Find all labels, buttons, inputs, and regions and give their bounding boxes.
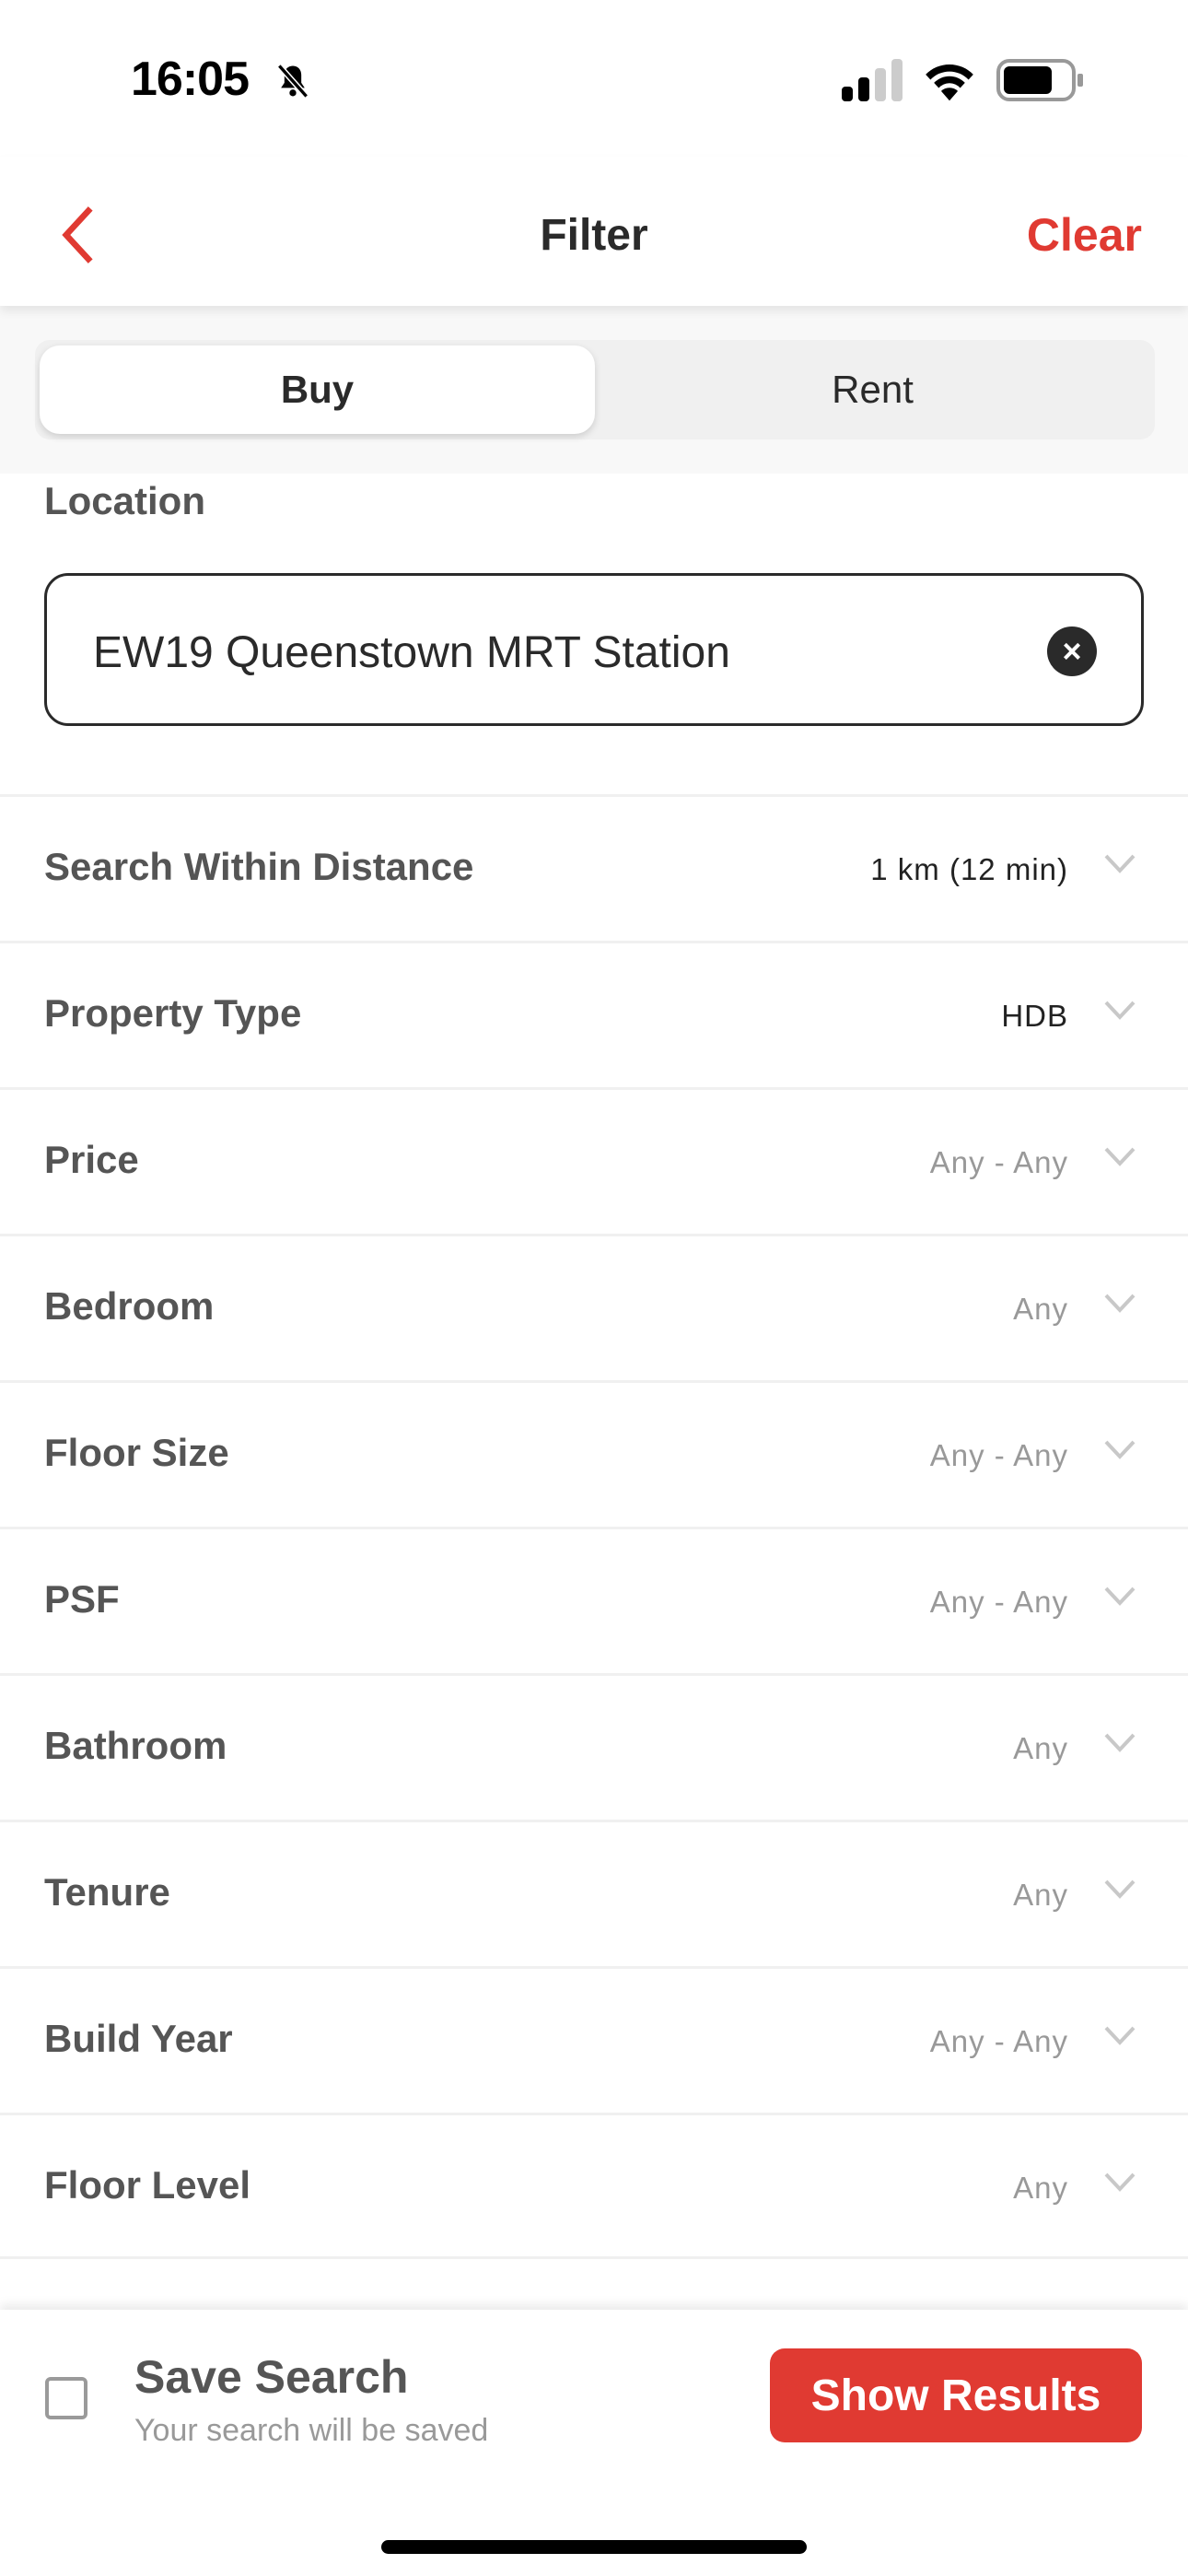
filter-label: Search Within Distance [44, 845, 474, 888]
chevron-down-icon[interactable] [1102, 1583, 1137, 1610]
home-indicator[interactable] [381, 2540, 807, 2554]
filter-row-search-within-distance[interactable]: Search Within Distance 1 km (12 min) [0, 794, 1188, 941]
chevron-down-icon[interactable] [1102, 1876, 1137, 1903]
signal-icon [842, 59, 903, 101]
status-time: 16:05 [131, 53, 250, 106]
status-bar: 16:05 [0, 0, 1188, 157]
filter-value: Any [1013, 1731, 1068, 1765]
filter-label: Bathroom [44, 1724, 227, 1767]
listing-type-segment-area: Buy Rent [0, 306, 1188, 474]
filter-value: Any [1013, 2171, 1068, 2205]
filter-row-property-type[interactable]: Property Type HDB [0, 941, 1188, 1087]
chevron-down-icon[interactable] [1102, 997, 1137, 1025]
clear-circle-icon[interactable]: × [1047, 626, 1097, 676]
filter-row-bathroom[interactable]: Bathroom Any [0, 1673, 1188, 1820]
filter-label: PSF [44, 1577, 120, 1621]
filter-label: Floor Level [44, 2163, 251, 2207]
bell-slash-icon [276, 64, 309, 99]
chevron-down-icon[interactable] [1102, 1143, 1137, 1171]
filter-label: Floor Size [44, 1431, 229, 1474]
chevron-down-icon[interactable] [1102, 2022, 1137, 2050]
tab-buy[interactable]: Buy [40, 345, 595, 434]
filter-value: Any - Any [929, 1145, 1068, 1179]
location-input-value[interactable]: EW19 Queenstown MRT Station [93, 627, 730, 678]
save-search-checkbox[interactable] [45, 2377, 87, 2419]
listing-type-segmented-control: Buy Rent [35, 340, 1155, 439]
footer-bar: Save Search Your search will be saved Sh… [0, 2310, 1188, 2576]
chevron-down-icon[interactable] [1102, 1436, 1137, 1464]
filter-value: Any [1013, 1292, 1068, 1326]
filter-value: Any - Any [929, 1585, 1068, 1619]
filter-row-bedroom[interactable]: Bedroom Any [0, 1234, 1188, 1380]
filter-row-floor-level[interactable]: Floor Level Any [0, 2113, 1188, 2259]
filter-value: HDB [1001, 999, 1068, 1033]
page-title: Filter [540, 211, 648, 260]
filter-row-psf[interactable]: PSF Any - Any [0, 1527, 1188, 1673]
chevron-down-icon[interactable] [1102, 1729, 1137, 1757]
filter-label: Price [44, 1138, 139, 1181]
filter-value: Any - Any [929, 1438, 1068, 1472]
chevron-down-icon[interactable] [1102, 2169, 1137, 2196]
save-search-label[interactable]: Save Search [134, 2350, 408, 2404]
filter-value: Any [1013, 1878, 1068, 1912]
chevron-down-icon[interactable] [1102, 1290, 1137, 1317]
filter-label: Property Type [44, 991, 302, 1035]
filter-row-build-year[interactable]: Build Year Any - Any [0, 1966, 1188, 2113]
filter-label: Bedroom [44, 1284, 215, 1328]
filter-label: Tenure [44, 1870, 170, 1914]
nav-bar: Filter Clear [0, 157, 1188, 306]
show-results-button[interactable]: Show Results [770, 2348, 1142, 2442]
filter-row-floor-size[interactable]: Floor Size Any - Any [0, 1380, 1188, 1527]
filter-label: Build Year [44, 2017, 233, 2060]
battery-icon [996, 59, 1083, 101]
clear-button[interactable]: Clear [1027, 208, 1142, 262]
filter-value: 1 km (12 min) [870, 852, 1068, 886]
location-input[interactable]: EW19 Queenstown MRT Station × [44, 573, 1144, 726]
filter-list: Search Within Distance 1 km (12 min) Pro… [0, 794, 1188, 2259]
filter-value: Any - Any [929, 2024, 1068, 2058]
save-search-subtitle: Your search will be saved [134, 2413, 489, 2448]
location-label: Location [44, 479, 205, 522]
filter-row-price[interactable]: Price Any - Any [0, 1087, 1188, 1234]
tab-rent[interactable]: Rent [595, 345, 1150, 434]
chevron-down-icon[interactable] [1102, 850, 1137, 878]
filter-row-tenure[interactable]: Tenure Any [0, 1820, 1188, 1966]
wifi-icon [926, 64, 973, 101]
